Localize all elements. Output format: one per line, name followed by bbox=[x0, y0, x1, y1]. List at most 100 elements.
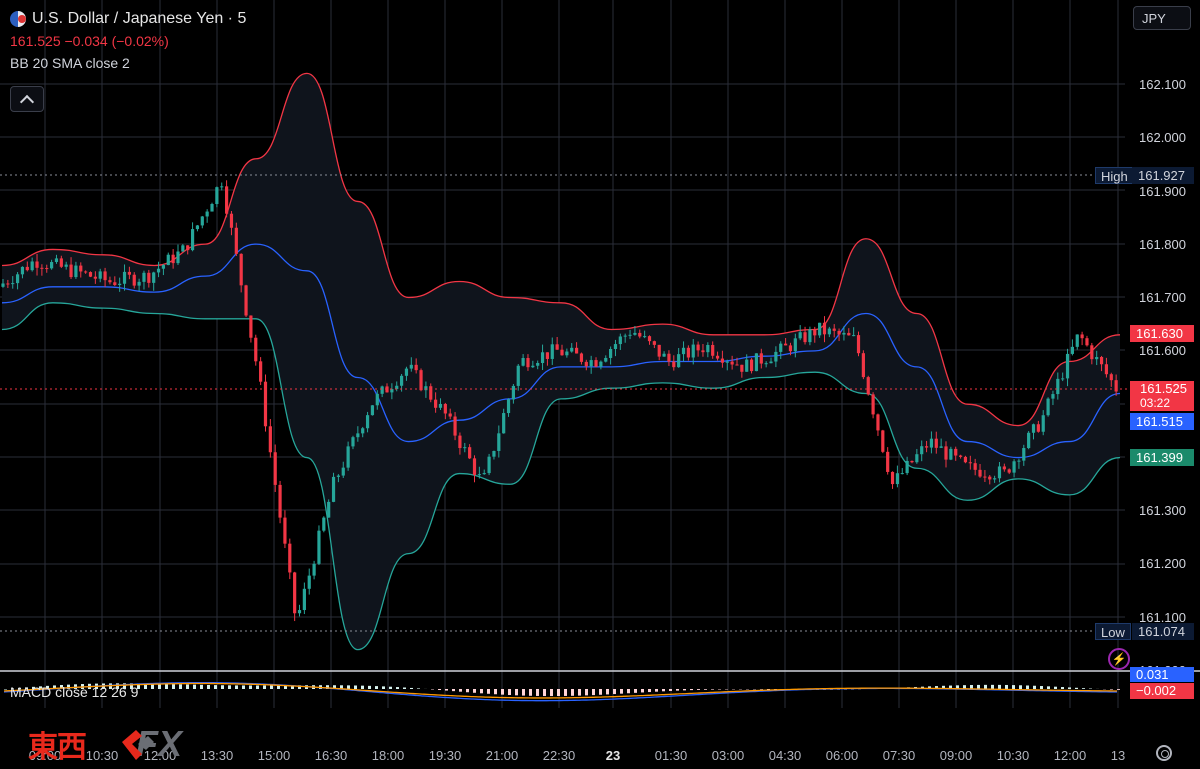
candle-body bbox=[1041, 415, 1045, 432]
time-label: 13 bbox=[1110, 748, 1126, 763]
macd-bar bbox=[648, 689, 651, 693]
macd-bar bbox=[1061, 687, 1064, 689]
collapse-legend-button[interactable] bbox=[10, 86, 44, 112]
macd-bar bbox=[515, 689, 518, 696]
candle-body bbox=[599, 361, 603, 367]
candle-body bbox=[531, 365, 535, 368]
candle-body bbox=[779, 343, 783, 352]
macd-bar bbox=[697, 689, 700, 690]
candle-body bbox=[594, 360, 598, 367]
macd-label[interactable]: MACD close 12 26 9 bbox=[10, 684, 138, 700]
candle-body bbox=[1031, 424, 1036, 433]
candle-body bbox=[40, 267, 44, 269]
candle-body bbox=[458, 435, 462, 449]
candle-body bbox=[356, 433, 360, 438]
candle-body bbox=[152, 272, 156, 283]
candle-body bbox=[589, 360, 593, 367]
upper-band-tag: 161.630 bbox=[1130, 325, 1194, 342]
candle-body bbox=[643, 336, 647, 338]
candle-body bbox=[74, 265, 78, 278]
candle-body bbox=[924, 446, 929, 448]
macd-bar bbox=[1026, 685, 1029, 689]
macd-bar bbox=[193, 684, 196, 689]
candle-body bbox=[502, 413, 506, 434]
macd-bar bbox=[270, 685, 273, 689]
candle-body bbox=[93, 276, 97, 279]
candle-body bbox=[15, 274, 20, 284]
macd-bar bbox=[459, 689, 462, 692]
candle-body bbox=[35, 261, 39, 268]
candle-body bbox=[730, 361, 734, 365]
candle-body bbox=[847, 332, 851, 336]
candle-body bbox=[1070, 346, 1074, 354]
time-label: 19:30 bbox=[428, 748, 462, 763]
settings-gear-icon[interactable] bbox=[1156, 745, 1172, 761]
macd-bar bbox=[998, 684, 1001, 689]
macd-bar bbox=[452, 689, 455, 692]
candle-body bbox=[118, 283, 122, 285]
candle-body bbox=[871, 394, 875, 415]
macd-bar bbox=[382, 686, 385, 689]
candle-body bbox=[774, 351, 778, 362]
macd-bar bbox=[1075, 687, 1078, 689]
price-tick: 162.000 bbox=[1139, 130, 1186, 145]
candle-body bbox=[64, 264, 68, 267]
macd-bar bbox=[991, 684, 994, 689]
candle-body bbox=[186, 245, 190, 251]
candle-body bbox=[59, 258, 63, 267]
candle-body bbox=[497, 433, 501, 451]
symbol-title[interactable]: U.S. Dollar / Japanese Yen · 5 bbox=[32, 10, 246, 28]
candle-body bbox=[263, 381, 268, 427]
candle-body bbox=[409, 364, 413, 369]
candle-body bbox=[259, 361, 263, 382]
candle-body bbox=[399, 375, 404, 386]
candle-body bbox=[993, 478, 997, 480]
chart-legend: U.S. Dollar / Japanese Yen · 5 161.525 −… bbox=[10, 8, 246, 74]
macd-bar bbox=[228, 685, 231, 689]
candle-body bbox=[545, 352, 550, 359]
price-change: 161.525 −0.034 (−0.02%) bbox=[10, 33, 169, 49]
currency-button[interactable]: JPY bbox=[1133, 6, 1191, 30]
macd-bar bbox=[179, 684, 182, 689]
macd-bar bbox=[480, 689, 483, 694]
candle-body bbox=[861, 353, 865, 378]
macd-bar bbox=[508, 689, 511, 696]
candle-body bbox=[122, 271, 127, 284]
bar-countdown: 03:22 bbox=[1140, 396, 1171, 410]
macd-bar bbox=[620, 689, 623, 694]
candle-body bbox=[618, 336, 622, 345]
candle-body bbox=[492, 450, 496, 457]
candle-body bbox=[254, 337, 258, 362]
candle-body bbox=[200, 216, 204, 226]
time-label: 16:30 bbox=[314, 748, 348, 763]
macd-bar bbox=[277, 685, 280, 689]
candle-body bbox=[1007, 469, 1011, 473]
macd-bar bbox=[375, 686, 378, 689]
candle-body bbox=[574, 347, 579, 354]
time-label: 23 bbox=[605, 748, 621, 763]
macd-bar bbox=[417, 688, 420, 689]
candle-body bbox=[803, 332, 807, 343]
candle-body bbox=[297, 610, 302, 614]
macd-bar bbox=[501, 689, 504, 695]
candle-body bbox=[1056, 378, 1060, 395]
replay-lightning-icon[interactable]: ⚡ bbox=[1108, 648, 1130, 670]
candle-body bbox=[225, 186, 229, 214]
watermark-cn: 東西 bbox=[28, 730, 87, 765]
candle-body bbox=[113, 282, 117, 285]
indicator-label[interactable]: BB 20 SMA close 2 bbox=[10, 55, 130, 71]
candle-body bbox=[6, 283, 10, 285]
macd-bar bbox=[221, 685, 224, 689]
candle-body bbox=[239, 253, 243, 286]
candle-body bbox=[1085, 338, 1089, 346]
candle-body bbox=[468, 447, 472, 459]
price-chart[interactable] bbox=[0, 0, 1200, 708]
candle-body bbox=[793, 338, 797, 352]
macd-bar bbox=[1019, 685, 1022, 689]
macd-bar bbox=[354, 685, 357, 689]
candle-body bbox=[983, 476, 987, 478]
bollinger-band-fill bbox=[2, 73, 1120, 650]
candle-body bbox=[1099, 357, 1104, 365]
signal-value-tag: −0.002 bbox=[1130, 683, 1194, 699]
candle-body bbox=[98, 271, 102, 279]
